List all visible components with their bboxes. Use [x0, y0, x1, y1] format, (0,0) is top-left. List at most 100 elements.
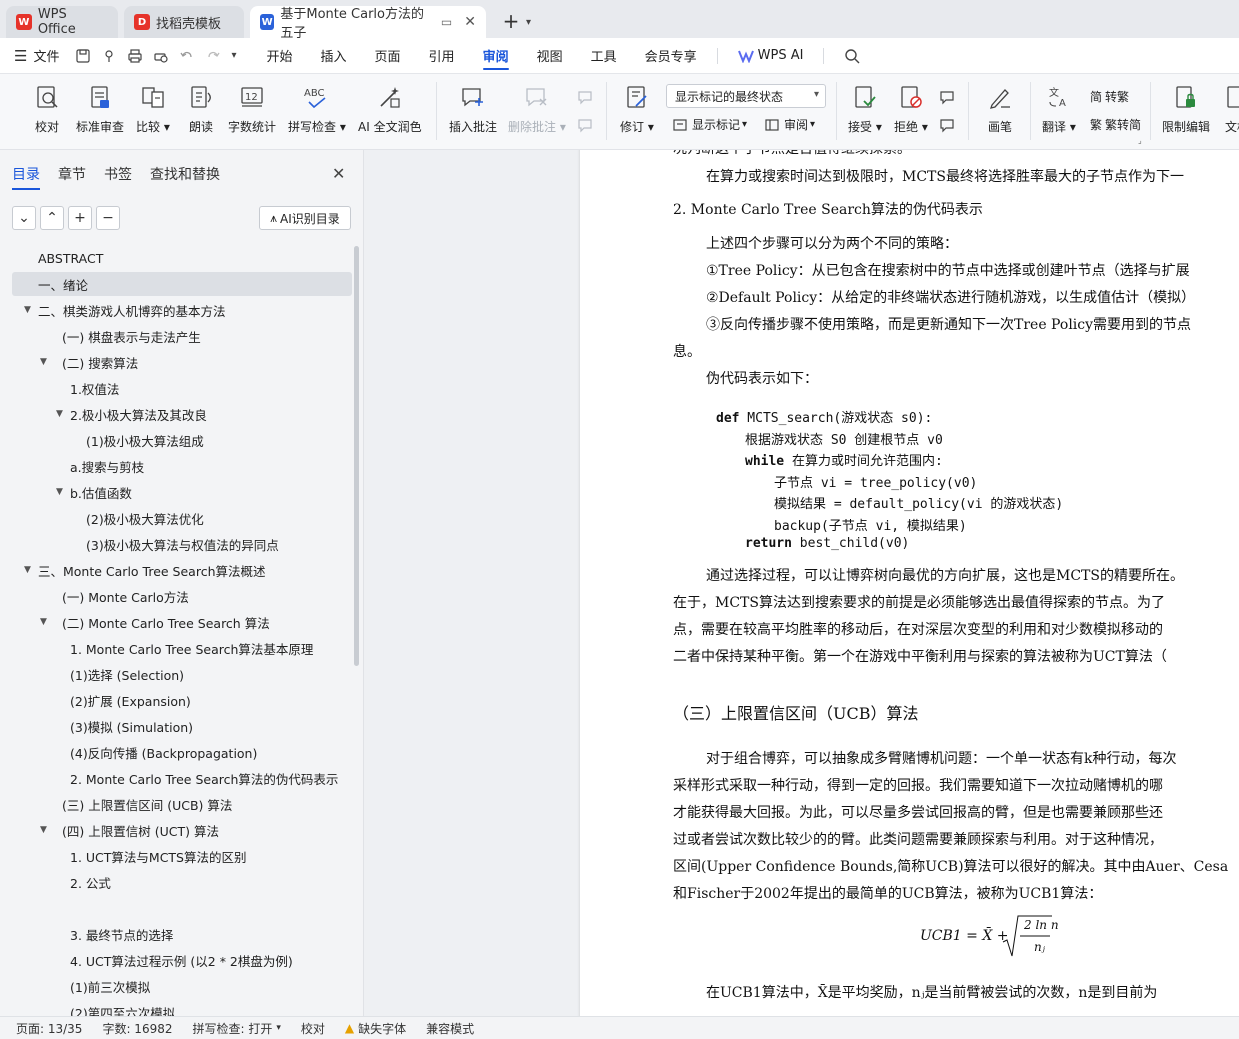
missing-font-status[interactable]: ▲ 缺失字体	[335, 1020, 416, 1037]
toc-item[interactable]: 一、绪论	[12, 272, 352, 296]
word-count-button[interactable]: 12 字数统计	[228, 82, 276, 135]
toc-item[interactable]: (三) 上限置信区间 (UCB) 算法	[12, 792, 352, 816]
save-icon[interactable]	[75, 48, 91, 64]
delete-comment-button[interactable]: 删除批注 ▾	[508, 82, 566, 135]
toc-item[interactable]: ▼ b.估值函数	[12, 480, 352, 504]
toc-item[interactable]	[12, 896, 352, 920]
toc-item[interactable]: (2)第四至六次模拟	[12, 1000, 352, 1017]
tab-chapters[interactable]: 章节	[58, 164, 86, 190]
toc-item[interactable]: 4. UCT算法过程示例 (以2 * 2棋盘为例)	[12, 948, 352, 972]
toc-item[interactable]: (1)极小极大算法组成	[12, 428, 352, 452]
menu-home[interactable]: 开始	[253, 38, 307, 74]
to-traditional-button[interactable]: 简 转繁	[1090, 88, 1129, 105]
tab-bookmarks[interactable]: 书签	[104, 164, 132, 190]
toc-item[interactable]: (2)扩展 (Expansion)	[12, 688, 352, 712]
search-icon[interactable]	[830, 38, 874, 74]
track-changes-button[interactable]: 修订 ▾	[620, 82, 654, 135]
toc-item[interactable]: 1. UCT算法与MCTS算法的区别	[12, 844, 352, 868]
to-simplified-button[interactable]: 繁 繁转简	[1090, 116, 1141, 133]
toc-item[interactable]: ▼ (二) Monte Carlo Tree Search 算法	[12, 610, 352, 634]
toc-item[interactable]: ▼ (四) 上限置信树 (UCT) 算法	[12, 818, 352, 842]
toc-item[interactable]: (一) Monte Carlo方法	[12, 584, 352, 608]
page-indicator[interactable]: 页面: 13/35	[0, 1020, 92, 1037]
toc-item[interactable]: 1.权值法	[12, 376, 352, 400]
markup-display-select[interactable]: 显示标记的最终状态 ▾	[666, 84, 826, 108]
toc-item[interactable]: 2. 公式	[12, 870, 352, 894]
toc-item[interactable]: (3)模拟 (Simulation)	[12, 714, 352, 738]
toc-scrollbar[interactable]	[354, 246, 359, 666]
toc-item[interactable]: (一) 棋盘表示与走法产生	[12, 324, 352, 348]
menu-member[interactable]: 会员专享	[631, 38, 711, 74]
new-tab-plus-icon[interactable]: +	[500, 9, 522, 33]
redo-icon[interactable]	[205, 48, 221, 64]
expand-arrow-icon[interactable]: ▼	[40, 825, 47, 835]
expand-arrow-icon[interactable]: ▼	[56, 409, 63, 419]
expand-up-button[interactable]: ⌃	[40, 206, 64, 230]
next-change-icon[interactable]	[938, 116, 960, 134]
menu-insert[interactable]: 插入	[307, 38, 361, 74]
spell-check-button[interactable]: ABC 拼写检查 ▾	[288, 82, 346, 135]
toc-item[interactable]: 3. 最终节点的选择	[12, 922, 352, 946]
tab-docer-templates[interactable]: D 找稻壳模板	[124, 6, 244, 38]
tab-find-replace[interactable]: 查找和替换	[150, 164, 220, 190]
reject-button[interactable]: 拒绝 ▾	[894, 82, 928, 135]
print-icon[interactable]	[127, 48, 143, 64]
chevron-down-icon[interactable]: ▾	[526, 17, 531, 28]
compare-button[interactable]: 比较 ▾	[136, 82, 170, 135]
file-menu[interactable]: 文件	[33, 46, 59, 65]
menu-wps-ai[interactable]: WPS AI	[724, 38, 818, 74]
toc-item[interactable]: (1)选择 (Selection)	[12, 662, 352, 686]
document-more-button[interactable]: 文档	[1222, 82, 1239, 135]
share-icon[interactable]	[101, 48, 117, 64]
accept-button[interactable]: 接受 ▾	[848, 82, 882, 135]
undo-icon[interactable]	[179, 48, 195, 64]
tab-wps-office[interactable]: W WPS Office	[6, 6, 118, 38]
toc-item[interactable]: 1. Monte Carlo Tree Search算法基本原理	[12, 636, 352, 660]
next-comment-icon[interactable]	[576, 116, 598, 134]
expand-arrow-icon[interactable]: ▼	[24, 565, 31, 575]
menu-references[interactable]: 引用	[415, 38, 469, 74]
document-page[interactable]: 况判断这个子节点是否值得继续探索。在算力或搜索时间达到极限时，MCTS最终将选择…	[580, 150, 1239, 1016]
toc-item[interactable]: (3)极小极大算法与权值法的异同点	[12, 532, 352, 556]
collapse-all-button[interactable]: ⌄	[12, 206, 36, 230]
proof-status[interactable]: 校对	[291, 1020, 335, 1037]
previous-comment-icon[interactable]	[576, 88, 598, 106]
read-aloud-button[interactable]: 朗读	[186, 82, 216, 135]
ribbon-expand-icon[interactable]: ⌟	[1138, 136, 1142, 145]
tab-toc[interactable]: 目录	[12, 164, 40, 190]
menu-tools[interactable]: 工具	[577, 38, 631, 74]
toc-item[interactable]: ▼ 二、棋类游戏人机博弈的基本方法	[12, 298, 352, 322]
toc-item[interactable]: (4)反向传播 (Backpropagation)	[12, 740, 352, 764]
ai-recognize-toc-button[interactable]: ⩚ AI识别目录	[259, 206, 351, 230]
word-count-indicator[interactable]: 字数: 16982	[92, 1020, 182, 1037]
toc-item[interactable]: ▼ (二) 搜索算法	[12, 350, 352, 374]
translate-button[interactable]: 文A 翻译 ▾	[1042, 82, 1076, 135]
review-pane-button[interactable]: 审阅 ▾	[764, 116, 815, 133]
close-icon[interactable]: ✕	[332, 164, 345, 183]
menu-view[interactable]: 视图	[523, 38, 577, 74]
hamburger-menu-icon[interactable]: ☰	[14, 47, 27, 65]
remove-heading-button[interactable]: −	[96, 206, 120, 230]
pen-button[interactable]: 画笔	[985, 82, 1015, 135]
add-heading-button[interactable]: +	[68, 206, 92, 230]
tab-current-document[interactable]: W 基于Monte Carlo方法的五子 ▭ ✕	[250, 6, 486, 41]
previous-change-icon[interactable]	[938, 88, 960, 106]
menu-review[interactable]: 审阅	[469, 38, 523, 74]
standard-review-button[interactable]: 标准审查	[76, 82, 124, 135]
show-markup-button[interactable]: 显示标记 ▾	[672, 116, 747, 133]
toc-item[interactable]: (2)极小极大算法优化	[12, 506, 352, 530]
spell-check-status[interactable]: 拼写检查: 打开 ▾	[183, 1020, 291, 1037]
proofread-button[interactable]: 校对	[32, 82, 62, 135]
menu-page[interactable]: 页面	[361, 38, 415, 74]
toc-item[interactable]: (1)前三次模拟	[12, 974, 352, 998]
close-tab-icon[interactable]: ✕	[464, 14, 476, 30]
quick-access-dropdown-icon[interactable]: ▾	[231, 50, 236, 61]
expand-arrow-icon[interactable]: ▼	[40, 617, 47, 627]
insert-comment-button[interactable]: 插入批注	[449, 82, 497, 135]
toc-item[interactable]: 2. Monte Carlo Tree Search算法的伪代码表示	[12, 766, 352, 790]
toc-item[interactable]: ABSTRACT	[12, 246, 352, 270]
toc-item[interactable]: ▼ 2.极小极大算法及其改良	[12, 402, 352, 426]
expand-arrow-icon[interactable]: ▼	[56, 487, 63, 497]
toc-item[interactable]: a.搜索与剪枝	[12, 454, 352, 478]
restrict-edit-button[interactable]: 限制编辑	[1162, 82, 1210, 135]
